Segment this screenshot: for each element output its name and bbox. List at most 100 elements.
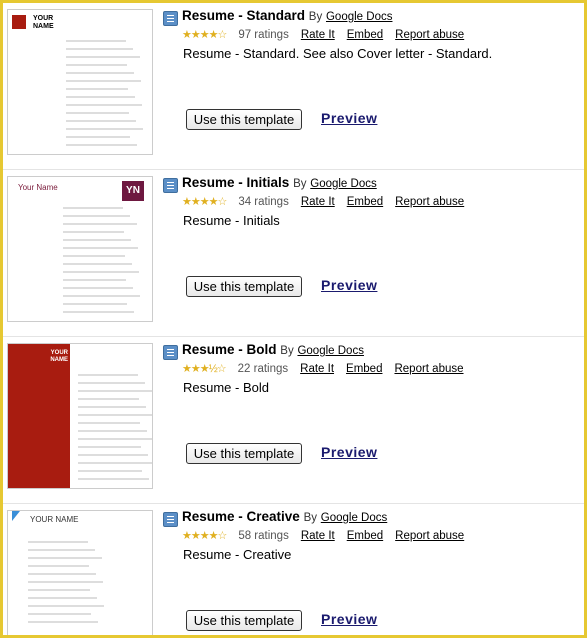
by-label: By: [293, 178, 307, 190]
star-rating-icon[interactable]: ★★★★☆: [182, 29, 227, 41]
template-description: Resume - Creative: [183, 547, 292, 562]
use-template-button[interactable]: Use this template: [186, 109, 302, 130]
thumb-text-line: [78, 382, 145, 384]
preview-link[interactable]: Preview: [321, 277, 377, 293]
thumb-text-line: [66, 112, 129, 114]
template-description: Resume - Bold: [183, 380, 269, 395]
thumb-text-line: [63, 207, 123, 209]
author-link[interactable]: Google Docs: [310, 178, 376, 190]
thumb-text-line: [63, 295, 140, 297]
embed-link[interactable]: Embed: [347, 196, 383, 208]
star-rating-icon[interactable]: ★★★½☆: [182, 363, 227, 375]
thumb-text-line: [63, 311, 134, 313]
use-template-button[interactable]: Use this template: [186, 610, 302, 631]
template-description: Resume - Initials: [183, 213, 280, 228]
thumb-text-line: [63, 279, 126, 281]
document-icon: [163, 345, 178, 360]
template-title: Resume - Standard: [182, 8, 306, 23]
template-title: Resume - Initials: [182, 175, 290, 190]
template-thumbnail[interactable]: YOUR NAME: [7, 510, 153, 635]
template-row: YOUR NAME Resume - Bold By Google Docs ★…: [3, 337, 584, 504]
thumb-sidebar: [8, 344, 70, 488]
document-icon: [163, 11, 178, 26]
report-abuse-link[interactable]: Report abuse: [395, 196, 464, 208]
report-abuse-link[interactable]: Report abuse: [394, 363, 463, 375]
thumb-text-line: [63, 231, 124, 233]
thumb-text-line: [28, 549, 95, 551]
rate-it-link[interactable]: Rate It: [301, 196, 335, 208]
rate-it-link[interactable]: Rate It: [300, 363, 334, 375]
thumb-text-line: [63, 247, 138, 249]
thumb-text-line: [78, 398, 139, 400]
thumb-text-line: [28, 541, 88, 543]
embed-link[interactable]: Embed: [347, 530, 383, 542]
author-link[interactable]: Google Docs: [297, 345, 363, 357]
thumb-text-line: [78, 414, 152, 416]
thumb-text-line: [66, 40, 126, 42]
template-row: YOUR NAME Resume - Creative By Google Do…: [3, 504, 584, 635]
thumb-text-line: [78, 430, 147, 432]
report-abuse-link[interactable]: Report abuse: [395, 29, 464, 41]
thumb-text-line: [63, 303, 127, 305]
thumb-text-line: [28, 621, 98, 623]
author-link[interactable]: Google Docs: [321, 512, 387, 524]
thumb-text-line: [78, 438, 152, 440]
preview-link[interactable]: Preview: [321, 110, 377, 126]
use-template-button[interactable]: Use this template: [186, 443, 302, 464]
thumb-text-line: [78, 446, 141, 448]
template-thumbnail[interactable]: Your Name YN: [7, 176, 153, 322]
thumb-text-line: [63, 287, 133, 289]
thumb-text-line: [66, 88, 128, 90]
template-row: YOUR NAME Resume - Standard By Google Do…: [3, 3, 584, 170]
template-title: Resume - Bold: [182, 342, 277, 357]
preview-link[interactable]: Preview: [321, 444, 377, 460]
thumb-text-line: [66, 120, 136, 122]
thumb-text-line: [66, 72, 134, 74]
thumb-name: YOUR NAME: [50, 350, 68, 363]
thumb-text-line: [78, 374, 138, 376]
thumb-text-line: [66, 128, 143, 130]
template-list: YOUR NAME Resume - Standard By Google Do…: [3, 3, 584, 635]
thumb-text-line: [66, 144, 137, 146]
star-rating-icon[interactable]: ★★★★☆: [182, 530, 227, 542]
thumb-text-line: [66, 136, 130, 138]
thumb-text-line: [66, 56, 140, 58]
thumb-text-line: [66, 96, 135, 98]
thumb-text-line: [63, 263, 132, 265]
by-label: By: [308, 11, 323, 23]
thumb-text-line: [63, 223, 137, 225]
thumb-text-line: [78, 454, 148, 456]
thumb-text-line: [78, 422, 140, 424]
thumb-text-line: [28, 581, 103, 583]
embed-link[interactable]: Embed: [346, 363, 382, 375]
thumb-text-line: [63, 215, 130, 217]
preview-link[interactable]: Preview: [321, 611, 377, 627]
document-icon: [163, 512, 178, 527]
thumb-name: YOUR NAME: [33, 15, 54, 30]
rate-it-link[interactable]: Rate It: [301, 530, 335, 542]
thumb-name: Your Name: [18, 183, 58, 192]
thumb-text-line: [28, 613, 91, 615]
thumb-text-line: [78, 478, 149, 480]
ratings-count: 34 ratings: [238, 196, 289, 208]
thumb-text-line: [78, 470, 142, 472]
template-thumbnail[interactable]: YOUR NAME: [7, 9, 153, 155]
template-row: Your Name YN Resume - Initials By Google …: [3, 170, 584, 337]
use-template-button[interactable]: Use this template: [186, 276, 302, 297]
thumb-text-line: [66, 64, 127, 66]
thumb-text-line: [28, 605, 104, 607]
star-rating-icon[interactable]: ★★★★☆: [182, 196, 227, 208]
thumb-text-line: [28, 589, 90, 591]
author-link[interactable]: Google Docs: [326, 11, 392, 23]
template-thumbnail[interactable]: YOUR NAME: [7, 343, 153, 489]
report-abuse-link[interactable]: Report abuse: [395, 530, 464, 542]
thumb-corner: [12, 511, 20, 521]
thumb-text-line: [66, 104, 142, 106]
thumb-text-line: [66, 80, 141, 82]
embed-link[interactable]: Embed: [347, 29, 383, 41]
thumb-text-line: [28, 565, 89, 567]
rate-it-link[interactable]: Rate It: [301, 29, 335, 41]
by-label: By: [303, 512, 317, 524]
thumb-name: YOUR NAME: [30, 515, 79, 524]
thumb-text-line: [63, 255, 125, 257]
